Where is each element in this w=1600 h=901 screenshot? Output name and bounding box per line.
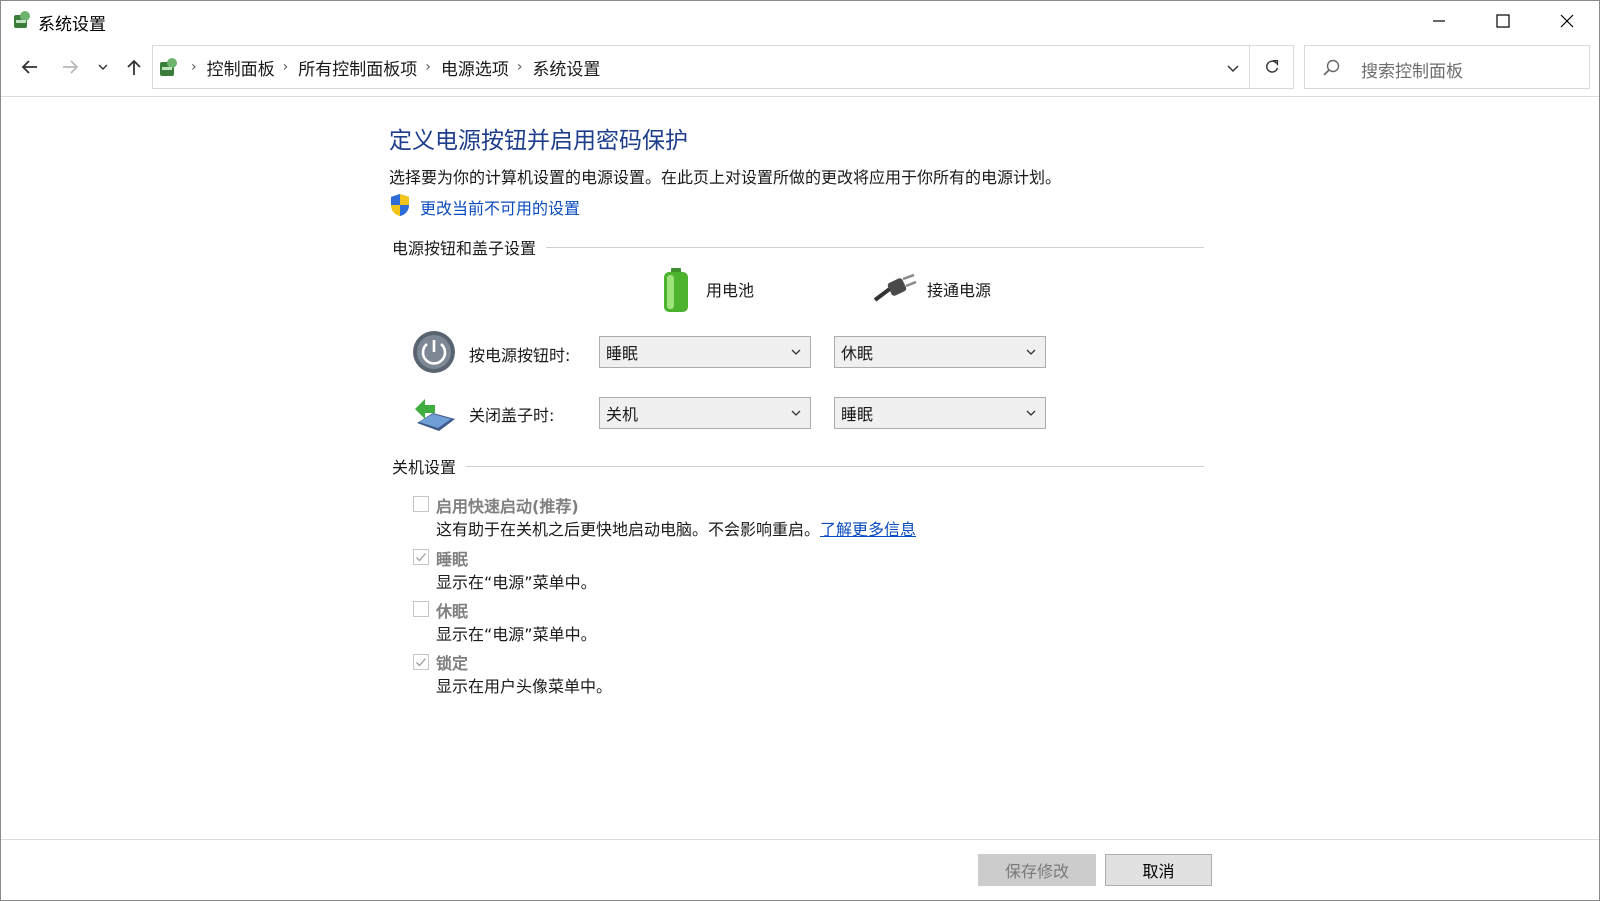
breadcrumb-item[interactable]: 控制面板 [207,55,275,80]
back-arrow-icon [21,60,37,74]
section-title: 关机设置 [392,458,457,477]
breadcrumb-item[interactable]: 所有控制面板项 [298,55,417,80]
power-button-battery-select[interactable]: 睡眠 [599,336,811,368]
chevron-right-icon: › [425,59,431,75]
divider [1,96,1599,97]
maximize-button[interactable] [1471,1,1535,41]
refresh-icon [1265,59,1278,73]
section-title: 电源按钮和盖子设置 [392,239,537,258]
window: 系统设置 › 控制面板 › 所有控制面板项 › 电源选项 › 系统设置 搜索控制… [0,0,1600,901]
option-description-text: 这有助于在关机之后更快地启动电脑。不会影响重启。 [436,520,821,539]
close-icon [1560,14,1574,28]
save-changes-button[interactable]: 保存修改 [978,854,1096,886]
breadcrumb-item[interactable]: 系统设置 [532,55,600,80]
checkmark-icon [416,553,426,562]
chevron-down-icon [1026,410,1036,416]
chevron-right-icon: › [282,59,289,75]
control-panel-icon [14,11,30,28]
close-lid-plugged-select[interactable]: 睡眠 [834,397,1046,429]
row-label-power-button: 按电源按钮时: [469,346,571,365]
chevron-down-icon [791,349,801,355]
section-header-shutdown: 关机设置 [392,454,1204,478]
chevron-down-icon [1026,349,1036,355]
cancel-button[interactable]: 取消 [1105,854,1212,886]
uac-shield-icon [391,194,409,216]
minimize-button[interactable] [1407,1,1471,41]
option-title: 启用快速启动(推荐) [436,497,579,516]
column-label-battery: 用电池 [706,281,755,300]
breadcrumb-item[interactable]: 电源选项 [441,55,509,80]
option-title: 睡眠 [436,550,469,569]
lock-checkbox[interactable] [413,654,429,670]
fast-startup-checkbox[interactable] [413,496,429,512]
page-description: 选择要为你的计算机设置的电源设置。在此页上对设置所做的更改将应用于你所有的电源计… [389,168,1062,187]
chevron-right-icon: › [191,59,197,75]
address-bar[interactable]: › 控制面板 › 所有控制面板项 › 电源选项 › 系统设置 [152,45,1250,89]
search-icon [1323,59,1340,76]
maximize-icon [1496,14,1510,28]
chevron-down-icon [791,410,801,416]
learn-more-link[interactable]: 了解更多信息 [820,520,916,539]
option-description: 显示在用户头像菜单中。 [436,677,613,696]
control-panel-icon [160,58,177,76]
option-description: 这有助于在关机之后更快地启动电脑。不会影响重启。了解更多信息 [436,516,916,540]
option-title: 锁定 [436,654,469,673]
recent-locations-button[interactable] [93,54,113,80]
window-title: 系统设置 [38,15,106,35]
up-button[interactable] [121,54,147,80]
divider [1,839,1599,840]
select-value: 休眠 [841,344,874,363]
minimize-icon [1433,20,1445,22]
forward-button[interactable] [57,54,83,80]
divider [546,246,1204,248]
up-arrow-icon [127,59,141,75]
back-button[interactable] [17,54,43,80]
select-value: 睡眠 [606,344,639,363]
close-lid-battery-select[interactable]: 关机 [599,397,811,429]
refresh-button[interactable] [1250,45,1294,89]
close-button[interactable] [1535,1,1599,41]
option-description: 显示在“电源”菜单中。 [436,573,597,592]
row-label-close-lid: 关闭盖子时: [469,406,555,425]
title-bar: 系统设置 [1,1,1599,41]
search-input[interactable]: 搜索控制面板 [1361,57,1463,82]
address-dropdown-button[interactable] [1221,56,1245,80]
hibernate-checkbox[interactable] [413,601,429,617]
forward-arrow-icon [63,60,79,74]
section-header-power: 电源按钮和盖子设置 [392,235,1204,259]
page-title: 定义电源按钮并启用密码保护 [389,128,688,154]
power-button-plugged-select[interactable]: 休眠 [834,336,1046,368]
chevron-right-icon: › [516,59,523,75]
sleep-checkbox[interactable] [413,549,429,565]
power-plug-icon [873,274,917,302]
chevron-down-icon [98,64,108,70]
divider [466,465,1204,467]
change-unavailable-settings-link[interactable]: 更改当前不可用的设置 [420,195,580,219]
select-value: 关机 [606,405,639,424]
option-description: 显示在“电源”菜单中。 [436,625,597,644]
checkmark-icon [416,658,426,667]
chevron-down-icon [1227,65,1239,73]
power-button-icon [413,331,455,373]
option-title: 休眠 [436,602,469,621]
breadcrumb: › 控制面板 › 所有控制面板项 › 电源选项 › 系统设置 [183,46,600,88]
column-label-plugged-in: 接通电源 [927,281,992,300]
laptop-lid-icon [415,399,455,431]
search-box[interactable]: 搜索控制面板 [1304,45,1590,89]
battery-icon [664,268,688,312]
select-value: 睡眠 [841,405,874,424]
